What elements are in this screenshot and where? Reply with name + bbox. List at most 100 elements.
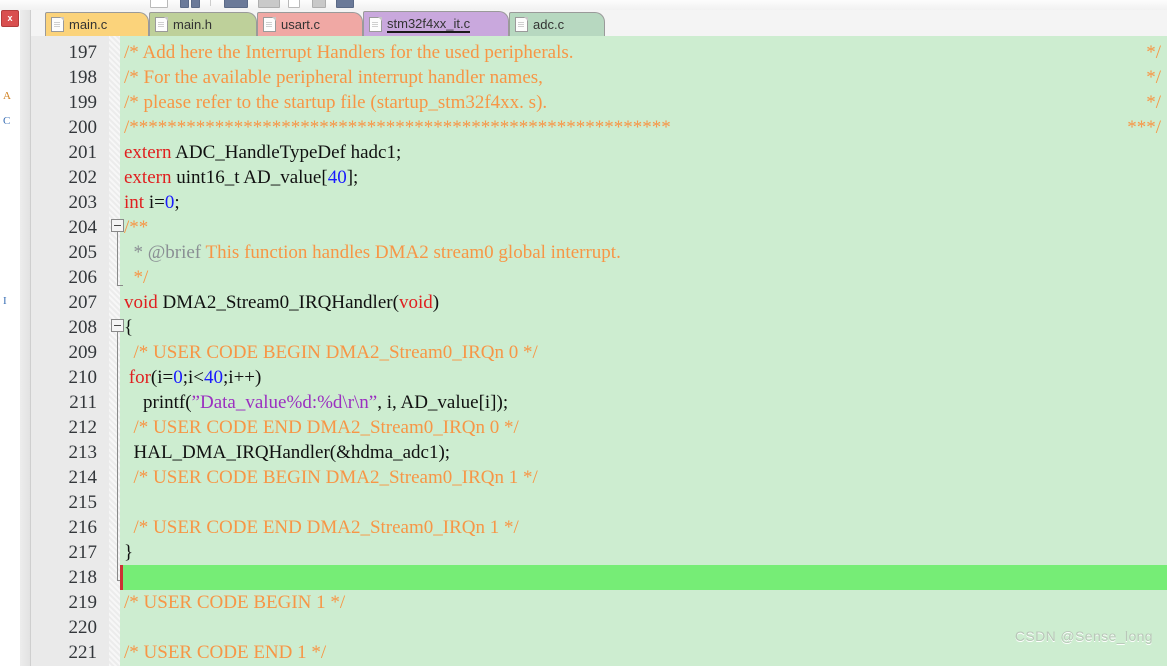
code-line[interactable]: 205 * @brief This function handles DMA2 … (31, 240, 1167, 265)
tab-adc-c[interactable]: adc.c (509, 12, 605, 36)
line-text: void DMA2_Stream0_IRQHandler(void) (124, 292, 440, 313)
code-line[interactable]: 203 int i=0; (31, 190, 1167, 215)
tab-usart-c[interactable]: usart.c (257, 12, 363, 36)
tab-main-h[interactable]: main.h (149, 12, 257, 36)
line-text: * @brief This function handles DMA2 stre… (124, 242, 621, 263)
line-number: 216 (68, 517, 98, 538)
toolbar-icon-build[interactable] (224, 0, 248, 8)
code-line[interactable]: 208 { (31, 315, 1167, 340)
file-icon (263, 17, 276, 32)
code-line[interactable]: 213 HAL_DMA_IRQHandler(&hdma_adc1); (31, 440, 1167, 465)
line-text: /* USER CODE BEGIN 1 */ (124, 592, 346, 613)
line-text: /***************************************… (124, 117, 671, 138)
line-text: for(i=0;i<40;i++) (128, 367, 262, 388)
toolbar-icon-bookmark[interactable] (180, 0, 189, 8)
toolbar-icon-rebuild[interactable] (258, 0, 280, 8)
code-line[interactable]: 218 (31, 565, 1167, 590)
line-text: { (124, 317, 134, 338)
tab-main-c[interactable]: main.c (45, 12, 149, 36)
code-line[interactable]: 210 for(i=0;i<40;i++) (31, 365, 1167, 390)
ide-window: x A C I main.c main.h usart.c stm32f4xx_… (0, 0, 1167, 666)
line-text: } (124, 542, 134, 563)
panel-splitter[interactable] (20, 10, 31, 666)
code-line[interactable]: 221 /* USER CODE END 1 */ (31, 640, 1167, 665)
line-number: 219 (68, 592, 98, 613)
line-number: 220 (68, 617, 98, 638)
line-number: 215 (68, 492, 98, 513)
line-text: /* USER CODE BEGIN DMA2_Stream0_IRQn 1 *… (124, 467, 538, 488)
line-text: /* USER CODE END DMA2_Stream0_IRQn 1 */ (124, 517, 519, 538)
project-item-1[interactable]: C (3, 115, 17, 128)
line-number: 198 (68, 67, 98, 88)
line-number: 208 (68, 317, 98, 338)
current-line-highlight (120, 565, 1167, 590)
line-text-right: */ (1146, 42, 1161, 63)
toolbar-icon-bookmark-next[interactable] (191, 0, 200, 8)
line-number: 214 (68, 467, 98, 488)
code-line[interactable]: 199 /* please refer to the startup file (… (31, 90, 1167, 115)
line-text-right: */ (1146, 92, 1161, 113)
code-line[interactable]: 198 /* For the available peripheral inter… (31, 65, 1167, 90)
line-text: extern ADC_HandleTypeDef hadc1; (124, 142, 402, 163)
line-number: 217 (68, 542, 98, 563)
line-number: 200 (68, 117, 98, 138)
line-number: 209 (68, 342, 98, 363)
line-text: extern uint16_t AD_value[40]; (124, 167, 359, 188)
line-number: 204 (68, 217, 98, 238)
line-number: 212 (68, 417, 98, 438)
line-text: /* For the available peripheral interrup… (124, 67, 543, 88)
tab-label: usart.c (281, 17, 321, 32)
line-number: 205 (68, 242, 98, 263)
line-text-right: */ (1146, 67, 1161, 88)
code-line[interactable]: 200 /************************************… (31, 115, 1167, 140)
code-line[interactable]: 201 extern ADC_HandleTypeDef hadc1; (31, 140, 1167, 165)
code-line[interactable]: 212 /* USER CODE END DMA2_Stream0_IRQn 0… (31, 415, 1167, 440)
project-item-2[interactable]: I (3, 295, 17, 308)
line-number: 211 (69, 392, 97, 413)
toolbar-icon-batch[interactable] (288, 0, 300, 8)
code-line[interactable]: 202 extern uint16_t AD_value[40]; (31, 165, 1167, 190)
tab-label: adc.c (533, 17, 565, 32)
line-number: 197 (68, 42, 98, 63)
line-number: 201 (68, 142, 98, 163)
close-panel-icon[interactable]: x (1, 10, 19, 27)
code-line[interactable]: 211 printf(”Data_value%d:%d\r\n”, i, AD_… (31, 390, 1167, 415)
project-item-0[interactable]: A (3, 90, 17, 103)
code-line[interactable]: 197 /* Add here the Interrupt Handlers fo… (31, 40, 1167, 65)
line-text: int i=0; (124, 192, 180, 213)
code-line[interactable]: 204 /** (31, 215, 1167, 240)
line-text: /** (124, 217, 149, 238)
line-number: 199 (68, 92, 98, 113)
line-text-right: ***/ (1127, 117, 1161, 138)
line-text: HAL_DMA_IRQHandler(&hdma_adc1); (124, 442, 451, 463)
toolbar-icon-new[interactable] (150, 0, 168, 8)
tab-stm32f4xx-it-c[interactable]: stm32f4xx_it.c (363, 11, 509, 36)
file-icon (155, 17, 168, 32)
project-panel-rail: x A C I (0, 10, 21, 666)
code-line[interactable]: 209 /* USER CODE BEGIN DMA2_Stream0_IRQn… (31, 340, 1167, 365)
toolbar-separator (210, 0, 211, 6)
line-number: 202 (68, 167, 98, 188)
code-line[interactable]: 217} (31, 540, 1167, 565)
toolbar-icon-options[interactable] (336, 0, 354, 8)
toolbar-icon-target[interactable] (312, 0, 326, 8)
line-number: 213 (68, 442, 98, 463)
line-number: 206 (68, 267, 98, 288)
code-line[interactable]: 214 /* USER CODE BEGIN DMA2_Stream0_IRQn… (31, 465, 1167, 490)
line-text: /* USER CODE END DMA2_Stream0_IRQn 0 */ (124, 417, 519, 438)
line-text: /* please refer to the startup file (sta… (124, 92, 548, 113)
line-number: 210 (68, 367, 98, 388)
line-text: /* USER CODE END 1 */ (124, 642, 327, 663)
code-line[interactable]: 219 /* USER CODE BEGIN 1 */ (31, 590, 1167, 615)
line-text: /* USER CODE BEGIN DMA2_Stream0_IRQn 0 *… (124, 342, 538, 363)
text-caret (120, 565, 123, 590)
line-number: 218 (68, 567, 98, 588)
file-icon (51, 17, 64, 32)
code-line[interactable]: 207 void DMA2_Stream0_IRQHandler(void) (31, 290, 1167, 315)
code-line[interactable]: 220 (31, 615, 1167, 640)
code-line[interactable]: 206 */ (31, 265, 1167, 290)
code-line[interactable]: 215 (31, 490, 1167, 515)
code-line[interactable]: 216 /* USER CODE END DMA2_Stream0_IRQn 1… (31, 515, 1167, 540)
code-editor[interactable]: 197 /* Add here the Interrupt Handlers fo… (31, 36, 1167, 666)
file-icon (369, 16, 382, 32)
